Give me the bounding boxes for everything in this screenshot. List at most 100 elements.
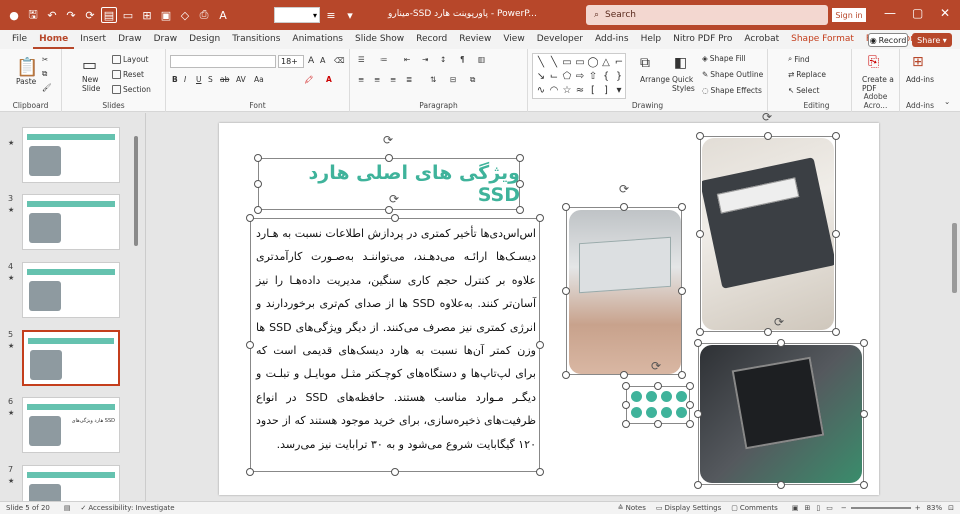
resize-handle[interactable] [654, 420, 662, 428]
paste-icon[interactable]: 📋 [16, 57, 38, 78]
resize-handle[interactable] [694, 339, 702, 347]
rotate-handle-icon[interactable]: ⟳ [389, 192, 399, 206]
sorter-view-icon[interactable]: ⊞ [804, 504, 810, 512]
rotate-handle-icon[interactable]: ⟳ [619, 182, 629, 196]
resize-handle[interactable] [562, 203, 570, 211]
resize-handle[interactable] [764, 328, 772, 336]
spacing-icon[interactable]: AV [236, 75, 246, 84]
spelling-icon[interactable]: ▤ [64, 504, 71, 512]
resize-handle[interactable] [686, 401, 694, 409]
strikethrough-icon[interactable]: ab [220, 75, 229, 84]
resize-handle[interactable] [391, 214, 399, 222]
layout-button[interactable]: Layout [112, 55, 149, 64]
resize-handle[interactable] [385, 154, 393, 162]
resize-handle[interactable] [516, 154, 524, 162]
shape-line-icon[interactable]: ╲ [548, 56, 560, 69]
decrease-indent-icon[interactable]: ⇤ [404, 55, 410, 64]
reading-view-icon[interactable]: ▯ [816, 504, 820, 512]
quick-styles-icon[interactable]: ◧ [674, 55, 687, 71]
align-right-icon[interactable]: ≡ [390, 75, 396, 84]
arrange-button[interactable]: Arrange [640, 75, 670, 84]
cut-icon[interactable]: ✂ [42, 55, 48, 64]
resize-handle[interactable] [622, 382, 630, 390]
slide-view-icon[interactable]: ▤ [101, 7, 117, 23]
comments-icon[interactable]: ▢ [731, 504, 738, 512]
slide-thumbnail[interactable] [22, 127, 120, 183]
resize-handle[interactable] [391, 468, 399, 476]
fit-slide-icon[interactable]: ⊡ [948, 504, 954, 512]
tab-file[interactable]: File [6, 30, 33, 49]
shadow-icon[interactable]: S [208, 75, 213, 84]
save-icon[interactable]: 🖫 [25, 7, 41, 23]
tab-insert[interactable]: Insert [74, 30, 112, 49]
shape-wave-icon[interactable]: ≈ [574, 84, 586, 97]
undo-icon[interactable]: ↶ [44, 7, 60, 23]
zoom-out-icon[interactable]: − [841, 504, 847, 512]
shape-arrow-icon[interactable]: ↘ [535, 70, 547, 83]
clear-format-icon[interactable]: ⌫ [334, 56, 345, 65]
bullets-icon[interactable]: ☰ [358, 55, 365, 64]
align-text-icon[interactable]: ⊟ [450, 75, 456, 84]
resize-handle[interactable] [654, 382, 662, 390]
tab-developer[interactable]: Developer [531, 30, 589, 49]
resize-handle[interactable] [696, 230, 704, 238]
textbox-icon[interactable]: A [215, 7, 231, 23]
canvas-scrollbar[interactable] [950, 113, 960, 501]
tab-slide-show[interactable]: Slide Show [349, 30, 410, 49]
resize-handle[interactable] [860, 339, 868, 347]
replace-button[interactable]: ⇄ Replace [788, 70, 826, 79]
new-slide-icon[interactable]: ▭ [82, 55, 97, 74]
addins-button[interactable]: Add-ins [906, 75, 934, 84]
redo-icon[interactable]: ↷ [63, 7, 79, 23]
underline-icon[interactable]: U [196, 75, 202, 84]
slide-thumbnail[interactable] [22, 465, 120, 501]
resize-handle[interactable] [622, 420, 630, 428]
shape-elbow-icon[interactable]: ⌙ [548, 70, 560, 83]
smartart-icon[interactable]: ⧉ [470, 75, 475, 85]
tab-nitro-pdf-pro[interactable]: Nitro PDF Pro [667, 30, 738, 49]
shape-oval-icon[interactable]: ◯ [587, 56, 599, 69]
tab-help[interactable]: Help [635, 30, 668, 49]
copy-icon[interactable]: ⧉ [42, 69, 47, 79]
rotate-handle-icon[interactable]: ⟳ [762, 110, 772, 124]
shape-arrow-right-icon[interactable]: ⇨ [574, 70, 586, 83]
resize-handle[interactable] [246, 468, 254, 476]
canvas-scroll-thumb[interactable] [952, 223, 957, 293]
addins-icon[interactable]: ⊞ [912, 54, 924, 70]
shape-bracket-icon[interactable]: ] [600, 84, 612, 97]
rotate-handle-icon[interactable]: ⟳ [651, 359, 661, 373]
bold-icon[interactable]: B [172, 75, 178, 84]
grow-font-icon[interactable]: A [308, 56, 314, 66]
tab-review[interactable]: Review [453, 30, 497, 49]
quick-styles-button[interactable]: Quick Styles [672, 75, 698, 93]
slide-thumbnail[interactable]: SSD هارد ویژگی‌های [22, 397, 120, 453]
tab-home[interactable]: Home [33, 30, 75, 49]
shapes-gallery[interactable]: ╲ ╲ ▭ ▭ ◯ △ ⌐ ↘ ⌙ ⬠ ⇨ ⇧{} ∿ ◠ ☆ ≈[] ▾ [532, 53, 626, 99]
resize-handle[interactable] [562, 371, 570, 379]
resize-handle[interactable] [686, 382, 694, 390]
resize-handle[interactable] [622, 401, 630, 409]
record-button[interactable]: ◉ Record [868, 33, 908, 47]
rotate-handle-icon[interactable]: ⟳ [383, 133, 393, 147]
tab-animations[interactable]: Animations [286, 30, 349, 49]
shape-bracket-icon[interactable]: [ [587, 84, 599, 97]
create-pdf-button[interactable]: Create a PDF [862, 75, 894, 93]
resize-handle[interactable] [620, 203, 628, 211]
repeat-icon[interactable]: ⟳ [82, 7, 98, 23]
display-settings-icon[interactable]: ▭ [656, 504, 663, 512]
accessibility-icon[interactable]: ✓ [81, 504, 87, 512]
comments-button[interactable]: Comments [740, 504, 778, 512]
share-button[interactable]: Share ▾ [912, 33, 952, 47]
resize-handle[interactable] [832, 328, 840, 336]
shrink-font-icon[interactable]: A [320, 56, 325, 65]
resize-handle[interactable] [694, 481, 702, 489]
ssd-closeup-image[interactable] [702, 138, 834, 330]
resize-handle[interactable] [777, 339, 785, 347]
new-slide-button[interactable]: New Slide [82, 75, 106, 93]
tab-design[interactable]: Design [183, 30, 226, 49]
accessibility-status[interactable]: Accessibility: Investigate [88, 504, 174, 512]
justify-icon[interactable]: ≣ [406, 75, 412, 84]
restore-icon[interactable]: ▢ [912, 6, 923, 20]
shape-brace-icon[interactable]: { [600, 70, 612, 83]
resize-handle[interactable] [246, 341, 254, 349]
